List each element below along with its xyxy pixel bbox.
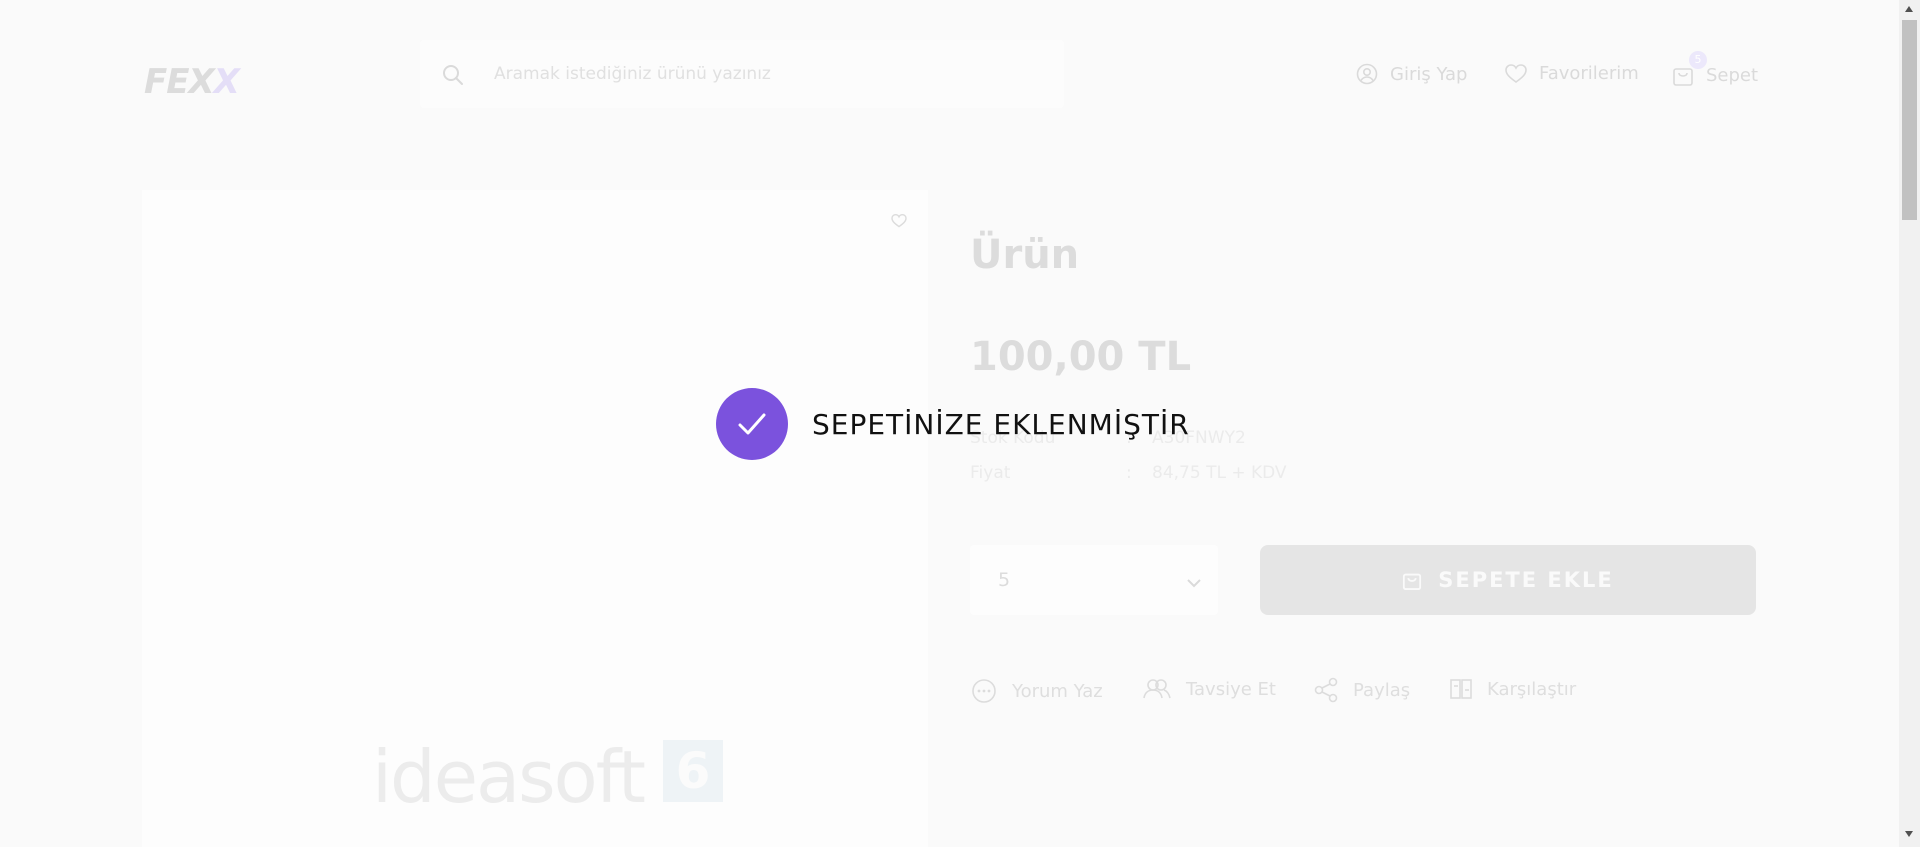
action-label: Tavsiye Et <box>1186 678 1276 700</box>
users-icon <box>1143 679 1171 699</box>
product-title: Ürün <box>970 232 1080 278</box>
action-label: Yorum Yaz <box>1012 680 1103 702</box>
shopping-bag-icon <box>1673 68 1693 86</box>
toast-message: SEPETİNİZE EKLENMİŞTİR <box>812 407 1190 441</box>
compare-link[interactable]: Karşılaştır <box>1449 677 1576 701</box>
shopping-bag-icon <box>1403 573 1422 590</box>
action-label: Paylaş <box>1353 679 1411 701</box>
recommend-link[interactable]: Tavsiye Et <box>1142 677 1276 701</box>
search-bar[interactable]: Aramak istediğiniz ürünü yazınız <box>420 40 1064 108</box>
logo-text-accent: X <box>213 62 240 102</box>
action-label: Karşılaştır <box>1487 678 1577 700</box>
add-to-cart-label: SEPETE EKLE <box>1438 568 1614 592</box>
favorites-link[interactable]: Favorilerim <box>1505 63 1639 84</box>
price-ex-vat-row: Fiyat : 84,75 TL + KDV <box>970 463 1287 483</box>
chevron-down-icon <box>1186 573 1202 592</box>
login-label: Giriş Yap <box>1390 63 1468 85</box>
image-watermark: ideasoft <box>372 735 646 819</box>
user-icon <box>1356 63 1378 85</box>
info-label: Fiyat <box>970 463 1011 483</box>
scroll-up-arrow-icon[interactable] <box>1905 6 1913 12</box>
product-price: 100,00 TL <box>970 334 1192 380</box>
cart-label: Sepet <box>1706 64 1759 86</box>
add-to-cart-button[interactable]: SEPETE EKLE <box>1260 545 1756 615</box>
scroll-down-arrow-icon[interactable] <box>1905 831 1913 837</box>
image-watermark-badge: 6 <box>663 740 723 802</box>
info-value: 84,75 TL + KDV <box>1152 463 1287 483</box>
cart-link[interactable]: Sepet <box>1672 63 1758 87</box>
login-link[interactable]: Giriş Yap <box>1356 63 1467 85</box>
info-separator: : <box>1126 463 1132 483</box>
share-icon <box>1314 677 1338 703</box>
favorites-label: Favorilerim <box>1539 63 1639 84</box>
comment-icon <box>972 679 996 703</box>
add-favorite-icon[interactable] <box>891 213 907 232</box>
cart-count-badge: 5 <box>1689 51 1707 69</box>
quantity-select[interactable]: 5 <box>970 545 1218 615</box>
search-input[interactable]: Aramak istediğiniz ürünü yazınız <box>494 64 771 84</box>
logo-text: FEX <box>144 62 215 102</box>
site-logo[interactable]: FEXX <box>144 62 240 102</box>
check-icon <box>716 388 788 460</box>
page-scrollbar[interactable] <box>1899 0 1920 847</box>
scrollbar-thumb[interactable] <box>1902 20 1917 220</box>
added-to-cart-toast: SEPETİNİZE EKLENMİŞTİR <box>716 388 1190 460</box>
heart-icon <box>1505 63 1527 83</box>
search-icon[interactable] <box>442 64 464 90</box>
quantity-value: 5 <box>998 569 1011 591</box>
compare-icon <box>1450 679 1472 699</box>
write-review-link[interactable]: Yorum Yaz <box>970 677 1103 705</box>
share-link[interactable]: Paylaş <box>1313 677 1410 703</box>
page: FEXX Aramak istediğiniz ürünü yazınız Gi… <box>0 0 1899 847</box>
